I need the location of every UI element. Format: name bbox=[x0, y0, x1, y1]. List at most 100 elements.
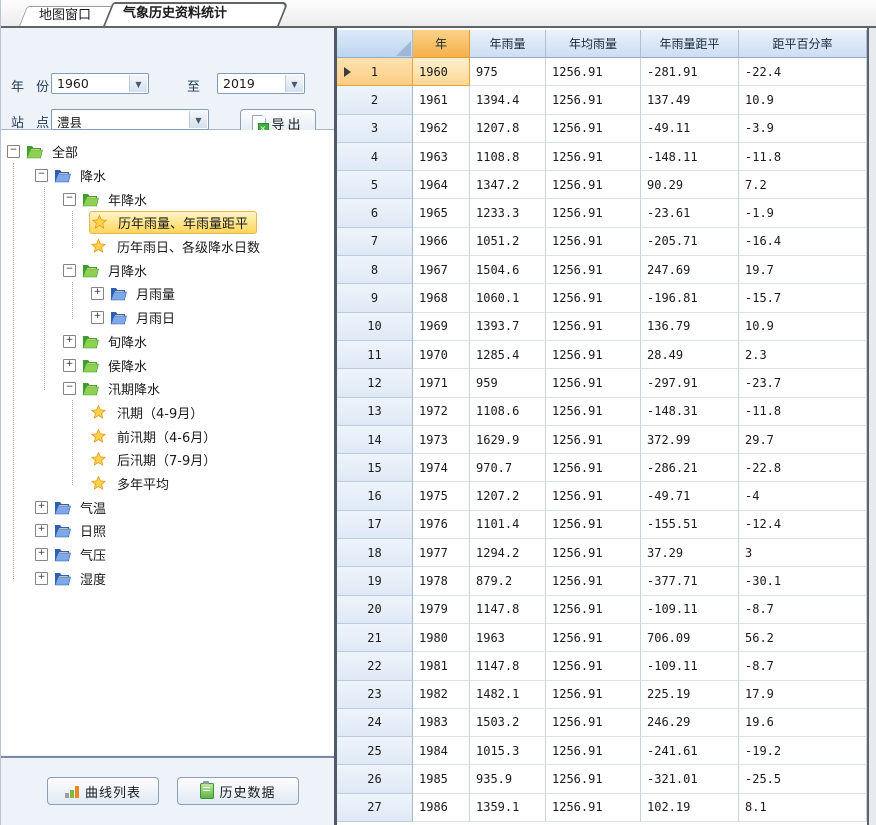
table-cell[interactable]: 1256.91 bbox=[546, 454, 641, 482]
row-header[interactable]: 18 bbox=[337, 539, 413, 567]
table-cell[interactable]: -148.11 bbox=[641, 143, 739, 171]
column-header[interactable]: 年均雨量 bbox=[546, 30, 641, 58]
table-cell[interactable]: 1963 bbox=[470, 624, 546, 652]
table-cell[interactable]: 102.19 bbox=[641, 794, 739, 822]
expand-icon[interactable]: + bbox=[91, 311, 104, 324]
table-cell[interactable]: 246.29 bbox=[641, 709, 739, 737]
tree-item[interactable]: 前汛期（4-6月） bbox=[1, 424, 334, 448]
table-cell[interactable]: -15.7 bbox=[739, 284, 867, 312]
tree-item[interactable]: +气压 bbox=[1, 543, 334, 567]
table-cell[interactable]: 959 bbox=[470, 369, 546, 397]
row-header[interactable]: 16 bbox=[337, 482, 413, 510]
column-header[interactable]: 距平百分率 bbox=[739, 30, 867, 58]
table-cell[interactable]: 1970 bbox=[413, 341, 470, 369]
tree-item[interactable]: −汛期降水 bbox=[1, 377, 334, 401]
table-cell[interactable]: 1108.8 bbox=[470, 143, 546, 171]
table-cell[interactable]: 19.7 bbox=[739, 256, 867, 284]
expand-icon[interactable]: + bbox=[91, 287, 104, 300]
table-cell[interactable]: -286.21 bbox=[641, 454, 739, 482]
table-cell[interactable]: 1256.91 bbox=[546, 652, 641, 680]
chevron-down-icon[interactable]: ▼ bbox=[285, 75, 303, 92]
table-cell[interactable]: -1.9 bbox=[739, 199, 867, 227]
table-cell[interactable]: 1256.91 bbox=[546, 539, 641, 567]
table-cell[interactable]: -3.9 bbox=[739, 115, 867, 143]
row-header[interactable]: 10 bbox=[337, 313, 413, 341]
column-header[interactable]: 年雨量距平 bbox=[641, 30, 739, 58]
table-cell[interactable]: 1972 bbox=[413, 398, 470, 426]
table-cell[interactable]: 1482.1 bbox=[470, 681, 546, 709]
tree-item[interactable]: −月降水 bbox=[1, 258, 334, 282]
expand-icon[interactable]: + bbox=[63, 359, 76, 372]
table-cell[interactable]: -4 bbox=[739, 482, 867, 510]
table-cell[interactable]: -19.2 bbox=[739, 737, 867, 765]
row-header[interactable]: 2 bbox=[337, 86, 413, 114]
table-cell[interactable]: 1256.91 bbox=[546, 511, 641, 539]
expand-icon[interactable]: + bbox=[35, 572, 48, 585]
table-cell[interactable]: -281.91 bbox=[641, 58, 739, 86]
table-cell[interactable]: 1974 bbox=[413, 454, 470, 482]
tree-item[interactable]: +月雨日 bbox=[1, 306, 334, 330]
table-cell[interactable]: 1101.4 bbox=[470, 511, 546, 539]
table-cell[interactable]: 1394.4 bbox=[470, 86, 546, 114]
table-cell[interactable]: 1256.91 bbox=[546, 284, 641, 312]
collapse-icon[interactable]: − bbox=[35, 169, 48, 182]
table-cell[interactable]: -12.4 bbox=[739, 511, 867, 539]
table-cell[interactable]: 1963 bbox=[413, 143, 470, 171]
table-cell[interactable]: 1207.2 bbox=[470, 482, 546, 510]
table-cell[interactable]: 970.7 bbox=[470, 454, 546, 482]
row-header[interactable]: 23 bbox=[337, 681, 413, 709]
table-cell[interactable]: 2.3 bbox=[739, 341, 867, 369]
table-cell[interactable]: 1256.91 bbox=[546, 369, 641, 397]
collapse-icon[interactable]: − bbox=[7, 145, 20, 158]
row-header[interactable]: 26 bbox=[337, 765, 413, 793]
table-cell[interactable]: 28.49 bbox=[641, 341, 739, 369]
table-cell[interactable]: -49.71 bbox=[641, 482, 739, 510]
chevron-down-icon[interactable]: ▼ bbox=[189, 111, 207, 128]
table-cell[interactable]: 1977 bbox=[413, 539, 470, 567]
table-cell[interactable]: 1256.91 bbox=[546, 199, 641, 227]
row-header[interactable]: 4 bbox=[337, 143, 413, 171]
table-cell[interactable]: 1256.91 bbox=[546, 341, 641, 369]
expand-icon[interactable]: + bbox=[63, 335, 76, 348]
row-header[interactable]: 17 bbox=[337, 511, 413, 539]
tab-weather-history-stats[interactable]: 气象历史资料统计 bbox=[103, 2, 279, 26]
table-cell[interactable]: -377.71 bbox=[641, 567, 739, 595]
table-cell[interactable]: 1968 bbox=[413, 284, 470, 312]
table-cell[interactable]: 1256.91 bbox=[546, 794, 641, 822]
table-cell[interactable]: 56.2 bbox=[739, 624, 867, 652]
table-cell[interactable]: 1965 bbox=[413, 199, 470, 227]
table-cell[interactable]: -11.8 bbox=[739, 143, 867, 171]
table-cell[interactable]: 372.99 bbox=[641, 426, 739, 454]
table-cell[interactable]: 1256.91 bbox=[546, 313, 641, 341]
table-cell[interactable]: 1256.91 bbox=[546, 115, 641, 143]
table-cell[interactable]: 1347.2 bbox=[470, 171, 546, 199]
collapse-icon[interactable]: − bbox=[63, 193, 76, 206]
table-cell[interactable]: -109.11 bbox=[641, 596, 739, 624]
table-cell[interactable]: -23.61 bbox=[641, 199, 739, 227]
row-header[interactable]: 11 bbox=[337, 341, 413, 369]
table-cell[interactable]: -148.31 bbox=[641, 398, 739, 426]
year-from-combo[interactable]: 1960 ▼ bbox=[51, 73, 149, 94]
row-header[interactable]: 21 bbox=[337, 624, 413, 652]
table-cell[interactable]: 1256.91 bbox=[546, 228, 641, 256]
tree-item[interactable]: +气温 bbox=[1, 495, 334, 519]
tree-item[interactable]: +月雨量 bbox=[1, 282, 334, 306]
table-cell[interactable]: 1969 bbox=[413, 313, 470, 341]
chevron-down-icon[interactable]: ▼ bbox=[129, 75, 147, 92]
row-header[interactable]: 7 bbox=[337, 228, 413, 256]
row-header[interactable]: 19 bbox=[337, 567, 413, 595]
station-combo[interactable]: 澧县 ▼ bbox=[51, 109, 209, 130]
collapse-icon[interactable]: − bbox=[63, 382, 76, 395]
table-cell[interactable]: 1207.8 bbox=[470, 115, 546, 143]
tree-item[interactable]: 汛期（4-9月） bbox=[1, 401, 334, 425]
expand-icon[interactable]: + bbox=[35, 501, 48, 514]
history-data-button[interactable]: 历史数据 bbox=[177, 777, 299, 805]
table-cell[interactable]: 137.49 bbox=[641, 86, 739, 114]
table-cell[interactable]: 10.9 bbox=[739, 86, 867, 114]
table-cell[interactable]: 706.09 bbox=[641, 624, 739, 652]
table-cell[interactable]: 1256.91 bbox=[546, 624, 641, 652]
table-cell[interactable]: 1981 bbox=[413, 652, 470, 680]
table-cell[interactable]: 1966 bbox=[413, 228, 470, 256]
table-cell[interactable]: -155.51 bbox=[641, 511, 739, 539]
row-header[interactable]: 12 bbox=[337, 369, 413, 397]
